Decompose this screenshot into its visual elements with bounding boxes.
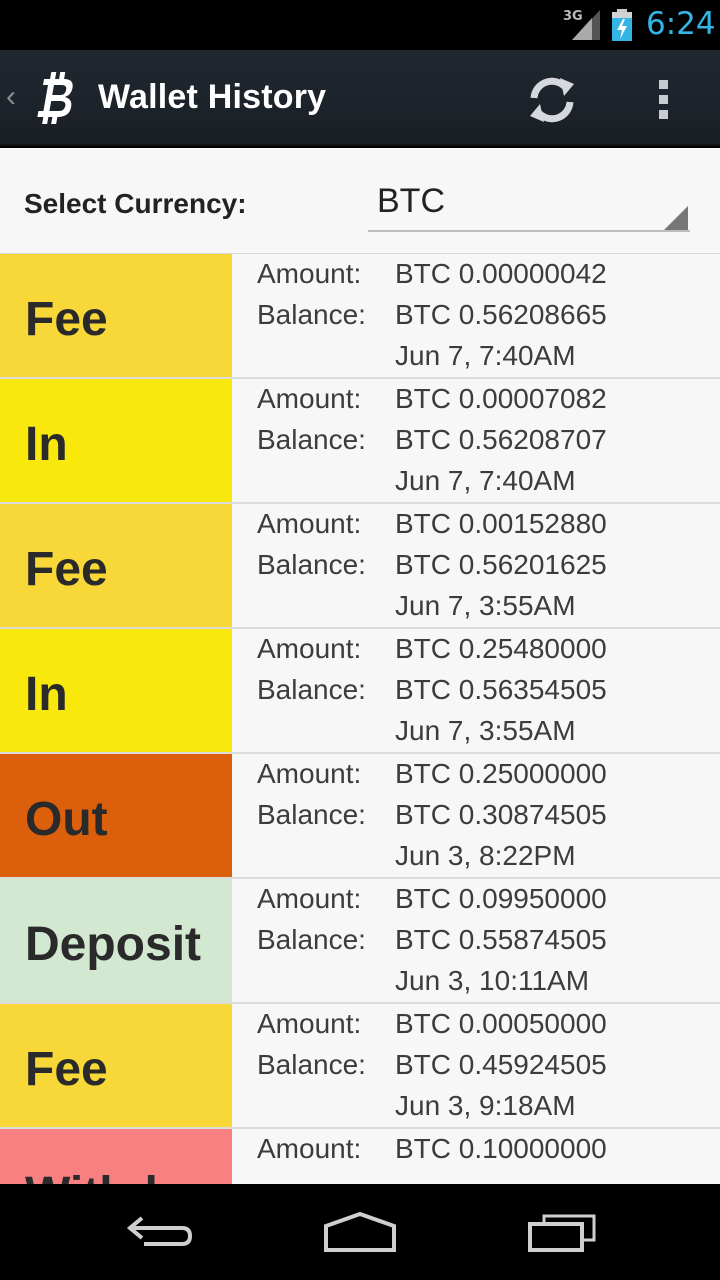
amount-value: BTC 0.10000000	[395, 1133, 607, 1164]
transaction-row[interactable]: Fee Amount: BTC 0.00000042 Balance: BTC 0.56…	[0, 254, 720, 379]
transaction-date: Jun 3, 10:11AM	[395, 965, 590, 996]
transaction-date: Jun 7, 7:40AM	[395, 465, 576, 496]
transaction-type-badge: In	[0, 629, 232, 752]
transaction-row[interactable]: In Amount: BTC 0.00007082 Balance: BTC 0.562…	[0, 379, 720, 504]
currency-selected-value: BTC	[377, 182, 445, 220]
amount-label: Amount:	[257, 508, 362, 539]
transaction-row[interactable]: Fee Amount: BTC 0.00152880 Balance: BTC 0.56…	[0, 504, 720, 629]
transaction-row[interactable]: Out Amount: BTC 0.25000000 Balance: BTC 0.30…	[0, 754, 720, 879]
up-caret-icon[interactable]: ‹	[6, 80, 16, 114]
amount-value: BTC 0.00007082	[395, 383, 607, 414]
amount-label: Amount:	[257, 383, 362, 414]
transaction-date: Jun 7, 3:55AM	[395, 590, 576, 621]
balance-label: Balance:	[257, 674, 366, 705]
balance-value: BTC 0.56201625	[395, 549, 607, 580]
transaction-type-label: Fee	[25, 293, 108, 346]
amount-label: Amount:	[257, 1008, 362, 1039]
transaction-date: Jun 7, 3:55AM	[395, 715, 576, 746]
signal-icon	[572, 10, 600, 40]
transaction-row[interactable]: Deposit Amount: BTC 0.09950000 Balance: BTC …	[0, 879, 720, 1004]
currency-spinner[interactable]: BTC	[368, 178, 690, 232]
amount-value: BTC 0.00000042	[395, 258, 607, 289]
transaction-row[interactable]: In Amount: BTC 0.25480000 Balance: BTC 0.563…	[0, 629, 720, 754]
transaction-type-label: Deposit	[25, 918, 202, 971]
transaction-date: Jun 3, 8:22PM	[395, 840, 576, 871]
transaction-type-label: Withdra	[25, 1167, 203, 1184]
amount-value: BTC 0.25000000	[395, 758, 607, 789]
balance-label: Balance:	[257, 799, 366, 830]
clock: 6:24	[646, 6, 716, 42]
back-icon[interactable]	[124, 1210, 196, 1254]
transaction-type-label: In	[25, 668, 68, 721]
amount-label: Amount:	[257, 883, 362, 914]
amount-label: Amount:	[257, 258, 362, 289]
transaction-type-label: Fee	[25, 543, 108, 596]
amount-value: BTC 0.25480000	[395, 633, 607, 664]
battery-charging-icon	[612, 9, 632, 41]
transaction-type-label: In	[25, 418, 68, 471]
currency-selector-row: Select Currency: BTC	[0, 148, 720, 254]
balance-label: Balance:	[257, 924, 366, 955]
amount-label: Amount:	[257, 633, 362, 664]
transaction-type-badge: Fee	[0, 1004, 232, 1127]
transaction-type-badge: Withdra	[0, 1129, 232, 1184]
amount-label: Amount:	[257, 1133, 362, 1164]
amount-value: BTC 0.00050000	[395, 1008, 607, 1039]
balance-label: Balance:	[257, 549, 366, 580]
transaction-list[interactable]: Fee Amount: BTC 0.00000042 Balance: BTC 0.56…	[0, 254, 720, 1184]
overflow-menu-icon[interactable]	[646, 78, 682, 122]
amount-value: BTC 0.00152880	[395, 508, 607, 539]
balance-value: BTC 0.56208665	[395, 299, 607, 330]
transaction-type-badge: Deposit	[0, 879, 232, 1002]
dropdown-arrow-icon	[664, 206, 688, 230]
transaction-row[interactable]: Fee Amount: BTC 0.00050000 Balance: BTC 0.45…	[0, 1004, 720, 1129]
balance-value: BTC 0.45924505	[395, 1049, 607, 1080]
balance-value: BTC 0.56354505	[395, 674, 607, 705]
transaction-date: Jun 3, 9:18AM	[395, 1090, 576, 1121]
balance-value: BTC 0.56208707	[395, 424, 607, 455]
home-icon[interactable]	[322, 1210, 398, 1254]
currency-label: Select Currency:	[24, 188, 247, 219]
recent-apps-icon[interactable]	[526, 1210, 600, 1254]
transaction-type-badge: Fee	[0, 504, 232, 627]
balance-value: BTC 0.55874505	[395, 924, 607, 955]
refresh-icon[interactable]	[522, 70, 582, 130]
transaction-date: Jun 7, 7:40AM	[395, 340, 576, 371]
transaction-type-badge: Out	[0, 754, 232, 877]
balance-label: Balance:	[257, 299, 366, 330]
balance-label: Balance:	[257, 424, 366, 455]
amount-label: Amount:	[257, 758, 362, 789]
balance-value: BTC 0.30874505	[395, 799, 607, 830]
transaction-type-label: Fee	[25, 1043, 108, 1096]
amount-value: BTC 0.09950000	[395, 883, 607, 914]
transaction-row[interactable]: Withdra Amount: BTC 0.10000000	[0, 1129, 720, 1184]
action-bar: ‹ Wallet History	[0, 50, 720, 146]
transaction-type-badge: Fee	[0, 254, 232, 377]
balance-label: Balance:	[257, 1049, 366, 1080]
bitcoin-logo-icon[interactable]	[34, 68, 78, 128]
transaction-type-label: Out	[25, 793, 108, 846]
navigation-bar	[0, 1184, 720, 1280]
status-bar: 3G 6:24	[0, 0, 720, 50]
transaction-type-badge: In	[0, 379, 232, 502]
page-title: Wallet History	[98, 78, 327, 116]
